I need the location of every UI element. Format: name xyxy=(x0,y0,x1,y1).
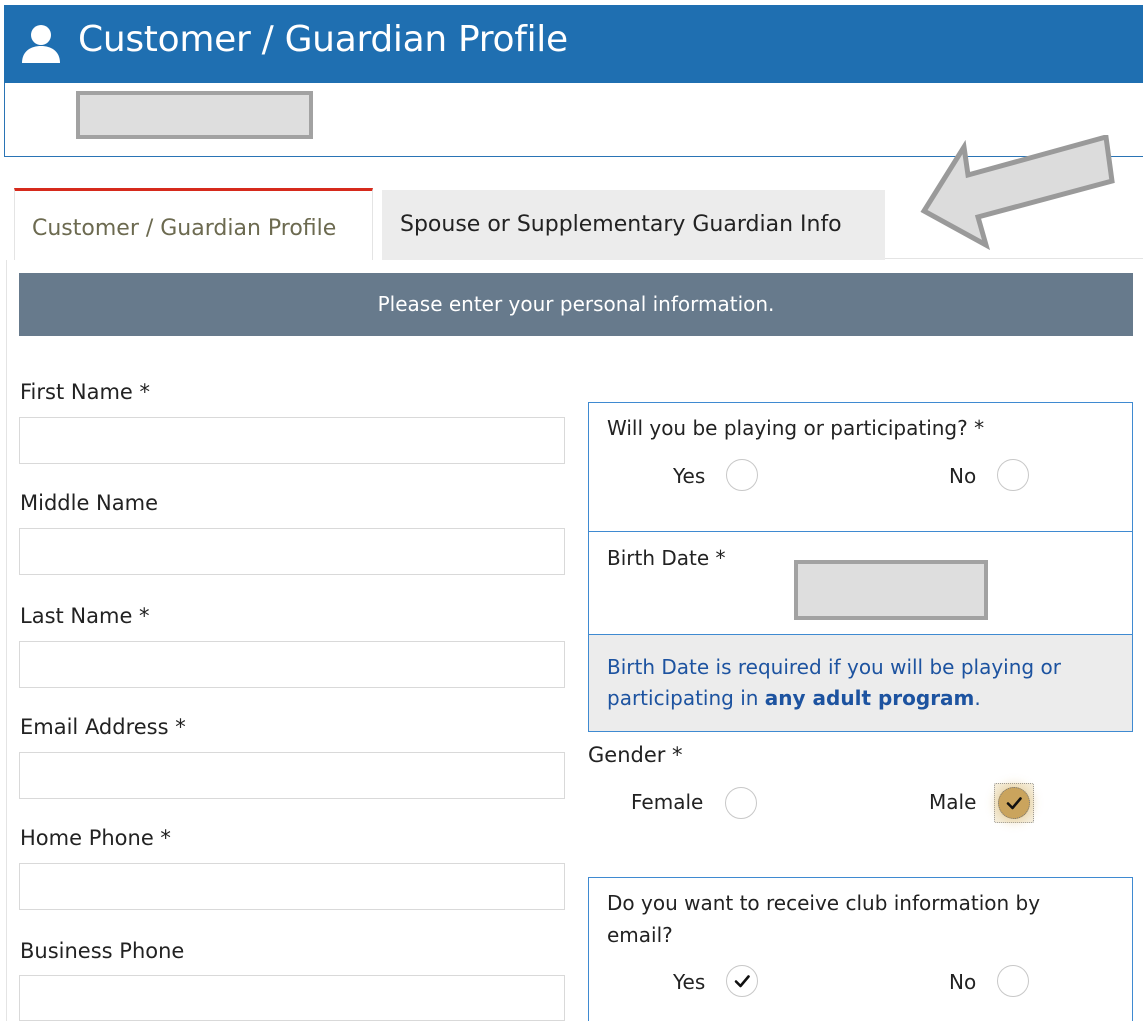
participating-question: Will you be playing or participating? * xyxy=(607,416,985,440)
birth-date-label: Birth Date * xyxy=(607,546,726,570)
participating-yes-label: Yes xyxy=(673,464,706,488)
last-name-input[interactable] xyxy=(19,641,565,688)
email-address-input[interactable] xyxy=(19,752,565,799)
club-email-question-line1: Do you want to receive club information … xyxy=(607,891,1041,915)
checkmark-icon xyxy=(1006,797,1022,810)
participating-no-radio[interactable] xyxy=(997,459,1029,491)
participating-yes-radio[interactable] xyxy=(726,459,758,491)
club-email-yes-radio[interactable] xyxy=(726,965,758,997)
page-header: Customer / Guardian Profile xyxy=(4,5,1143,83)
birth-date-note-bold: any adult program xyxy=(764,686,975,710)
club-email-yes-label: Yes xyxy=(673,970,706,994)
club-email-no-label: No xyxy=(949,970,977,994)
gender-male-radio[interactable] xyxy=(998,787,1030,819)
business-phone-input[interactable] xyxy=(19,975,565,1021)
content-frame-border xyxy=(6,260,7,1021)
tab-customer-guardian-profile[interactable]: Customer / Guardian Profile xyxy=(14,188,373,260)
birth-date-note: Birth Date is required if you will be pl… xyxy=(588,634,1133,732)
tab-divider xyxy=(885,258,1143,259)
instruction-banner: Please enter your personal information. xyxy=(19,273,1133,336)
annotation-arrow-icon xyxy=(920,135,1115,251)
gender-male-label: Male xyxy=(929,790,977,814)
business-phone-label: Business Phone xyxy=(20,939,185,963)
gender-female-radio[interactable] xyxy=(725,787,757,819)
last-name-label: Last Name * xyxy=(20,604,150,628)
redacted-name-placeholder xyxy=(76,91,313,139)
club-email-question-line2: email? xyxy=(607,923,673,947)
club-email-no-radio[interactable] xyxy=(997,965,1029,997)
participating-no-label: No xyxy=(949,464,977,488)
first-name-input[interactable] xyxy=(19,417,565,464)
user-icon xyxy=(22,25,60,63)
email-address-label: Email Address * xyxy=(20,715,186,739)
home-phone-label: Home Phone * xyxy=(20,826,171,850)
tab-label: Spouse or Supplementary Guardian Info xyxy=(400,212,842,237)
participating-panel: Will you be playing or participating? * … xyxy=(588,402,1133,532)
tab-label: Customer / Guardian Profile xyxy=(32,216,337,241)
gender-female-label: Female xyxy=(631,790,704,814)
birth-date-input[interactable] xyxy=(794,560,988,620)
page-title: Customer / Guardian Profile xyxy=(78,19,568,60)
birth-date-note-suffix: . xyxy=(974,686,981,710)
club-email-panel: Do you want to receive club information … xyxy=(588,877,1133,1021)
checkmark-icon xyxy=(734,975,750,988)
birth-date-panel: Birth Date * xyxy=(588,531,1133,635)
gender-label: Gender * xyxy=(588,743,683,767)
middle-name-input[interactable] xyxy=(19,528,565,575)
tab-spouse-guardian-info[interactable]: Spouse or Supplementary Guardian Info xyxy=(382,190,885,260)
home-phone-input[interactable] xyxy=(19,863,565,910)
first-name-label: First Name * xyxy=(20,380,150,404)
middle-name-label: Middle Name xyxy=(20,491,158,515)
